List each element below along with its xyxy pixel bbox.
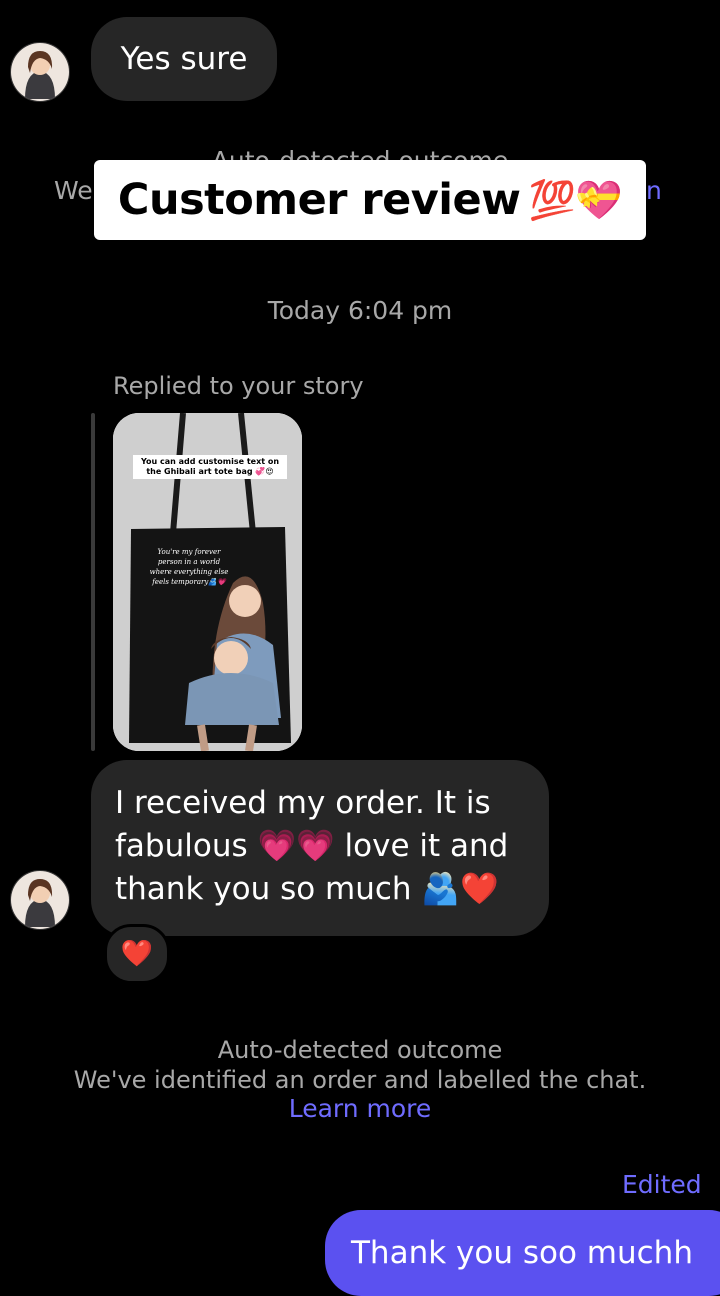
customer-review-banner: Customer review 💯💝 [94, 160, 646, 240]
contact-avatar[interactable] [10, 42, 70, 102]
message-text: Thank you soo muchh [351, 1235, 693, 1271]
message-text: I received my order. It is fabulous 💗💗 l… [115, 785, 509, 907]
message-text: Yes sure [120, 41, 248, 77]
outcome-body: We've identified an order and labelled t… [73, 1066, 647, 1094]
outcome-title: Auto-detected outcome [217, 1036, 503, 1064]
contact-avatar[interactable] [10, 870, 70, 930]
learn-more-link[interactable]: Learn more [0, 1094, 720, 1123]
message-bubble-incoming[interactable]: I received my order. It is fabulous 💗💗 l… [91, 760, 549, 936]
message-bubble-outgoing[interactable]: Thank you soo muchh [325, 1210, 720, 1296]
story-preview[interactable]: You can add customise text on the Ghibal… [113, 413, 302, 751]
reply-indicator-line [91, 413, 95, 751]
banner-title: Customer review [117, 175, 521, 225]
learn-more-text[interactable]: Learn more [289, 1094, 432, 1123]
heart-icon: ❤️ [120, 939, 154, 969]
avatar-illustration [11, 871, 69, 929]
partial-outcome-link[interactable]: n [646, 176, 662, 205]
banner-emoji: 💯💝 [528, 177, 623, 222]
replied-to-story-label: Replied to your story [113, 372, 364, 400]
timestamp: Today 6:04 pm [267, 296, 453, 325]
story-caption: You can add customise text on the Ghibal… [133, 455, 287, 479]
message-bubble-incoming[interactable]: Yes sure [91, 17, 277, 101]
heart-reaction[interactable]: ❤️ [104, 924, 170, 984]
avatar-illustration [11, 43, 69, 101]
edited-label: Edited [622, 1170, 702, 1199]
bag-text: You're my forever person in a world wher… [149, 548, 229, 586]
partial-outcome-text-left: We [54, 176, 93, 205]
